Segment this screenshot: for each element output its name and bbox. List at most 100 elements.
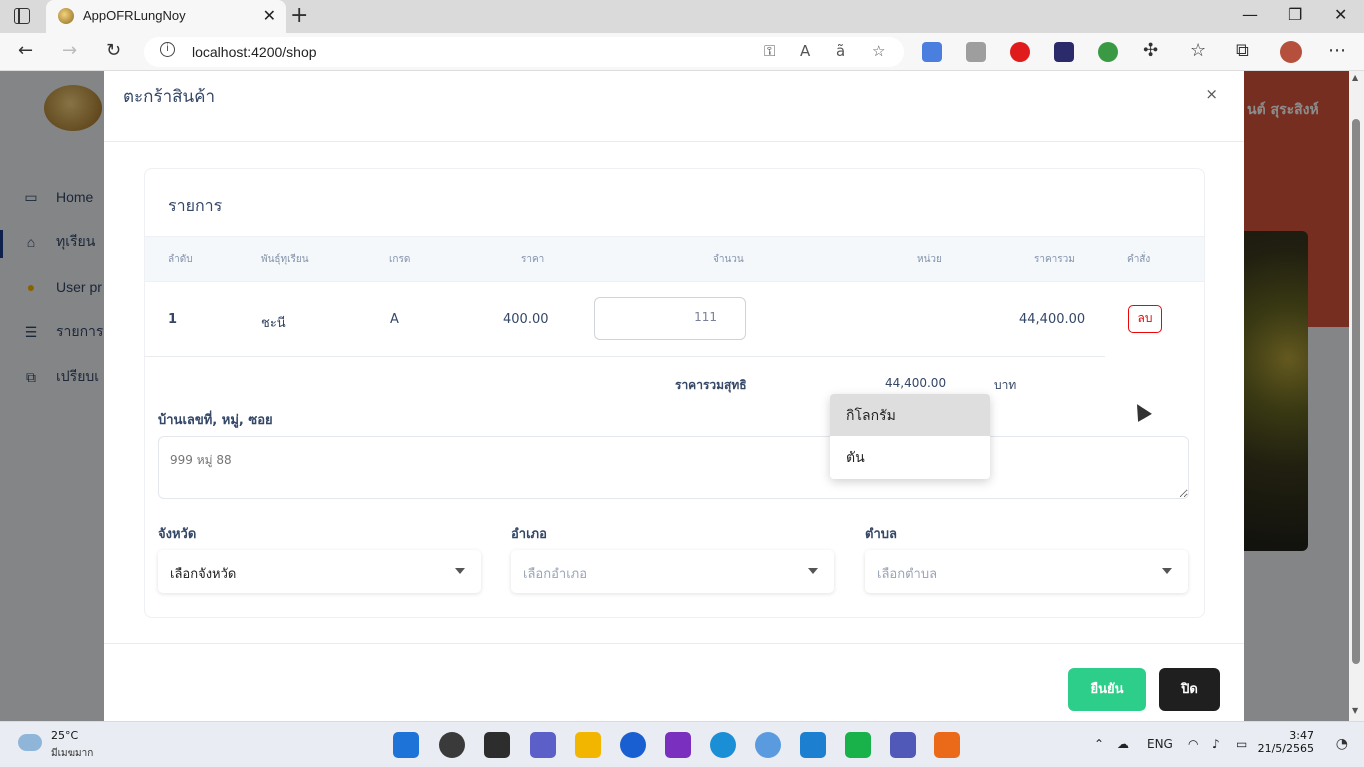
unit-dropdown[interactable]: กิโลกรัม ตัน bbox=[830, 394, 990, 479]
column-header-index: ลำดับ bbox=[168, 254, 193, 265]
line-icon[interactable] bbox=[845, 732, 871, 758]
window-close-button[interactable]: ✕ bbox=[1334, 5, 1347, 24]
profile-avatar[interactable] bbox=[1280, 41, 1302, 63]
globe-ext-icon[interactable] bbox=[1098, 42, 1118, 62]
delete-button[interactable]: ลบ bbox=[1128, 305, 1162, 333]
onedrive-icon[interactable]: ☁ bbox=[1117, 737, 1129, 751]
forward-icon[interactable]: → bbox=[62, 40, 77, 61]
taskbar: 25°C มีเมฆมาก ⌃ ☁ ENG ◠ ♪ ▭ 3:47 21/5/25… bbox=[0, 721, 1364, 767]
favorite-add-icon[interactable]: ☆ bbox=[872, 42, 885, 60]
tab-close-icon[interactable]: ✕ bbox=[263, 6, 276, 25]
collections-icon[interactable]: ⧉ bbox=[1236, 40, 1249, 61]
tab-actions-icon[interactable] bbox=[14, 8, 30, 24]
subdistrict-label: ตำบล bbox=[865, 527, 897, 542]
province-select-value: เลือกจังหวัด bbox=[170, 567, 237, 582]
volume-icon[interactable]: ♪ bbox=[1212, 737, 1220, 751]
close-button[interactable]: ปิด bbox=[1159, 668, 1220, 711]
refresh-icon[interactable]: ↻ bbox=[106, 40, 121, 61]
column-header-quantity: จำนวน bbox=[713, 254, 744, 265]
vscode-icon[interactable] bbox=[800, 732, 826, 758]
maps-icon[interactable] bbox=[620, 732, 646, 758]
tray-chevron-up-icon[interactable]: ⌃ bbox=[1094, 737, 1104, 751]
subdistrict-select-placeholder: เลือกตำบล bbox=[877, 567, 938, 582]
file-explorer-icon[interactable] bbox=[575, 732, 601, 758]
visual-studio-icon[interactable] bbox=[665, 732, 691, 758]
clock[interactable]: 3:47 21/5/2565 bbox=[1258, 729, 1314, 755]
district-label: อำเภอ bbox=[511, 527, 547, 542]
chevron-down-icon bbox=[808, 568, 818, 574]
modal-footer-divider bbox=[104, 643, 1244, 644]
copy-ext-icon[interactable] bbox=[966, 42, 986, 62]
chevron-down-icon bbox=[455, 568, 465, 574]
row-variety: ชะนี bbox=[261, 316, 286, 331]
language-indicator[interactable]: ENG bbox=[1147, 737, 1173, 751]
task-view-icon[interactable] bbox=[484, 732, 510, 758]
quantity-input[interactable]: 111 bbox=[594, 297, 746, 340]
weather-temperature[interactable]: 25°C bbox=[51, 729, 78, 742]
tab-favicon-icon bbox=[58, 8, 74, 24]
district-select[interactable]: เลือกอำเภอ bbox=[511, 550, 834, 593]
clock-date: 21/5/2565 bbox=[1257, 742, 1314, 755]
card-title: รายการ bbox=[168, 196, 223, 215]
column-header-grade: เกรด bbox=[389, 254, 411, 265]
province-select[interactable]: เลือกจังหวัด bbox=[158, 550, 481, 593]
minimize-button[interactable]: — bbox=[1242, 5, 1258, 24]
weather-cloud-icon[interactable] bbox=[18, 734, 42, 751]
province-label: จังหวัด bbox=[158, 527, 197, 542]
modal-close-icon[interactable]: × bbox=[1205, 85, 1218, 103]
browser-tab[interactable]: AppOFRLungNoy ✕ bbox=[46, 0, 286, 33]
menu-icon[interactable]: ⋯ bbox=[1328, 40, 1346, 61]
url-text[interactable]: localhost:4200/shop bbox=[192, 44, 317, 60]
row-price: 400.00 bbox=[503, 312, 549, 327]
column-header-variety: พันธุ์ทุเรียน bbox=[261, 254, 309, 265]
chevron-down-icon bbox=[1162, 568, 1172, 574]
google-translate-ext-icon[interactable] bbox=[922, 42, 942, 62]
maximize-button[interactable]: ❐ bbox=[1288, 5, 1302, 24]
clock-time: 3:47 bbox=[1289, 729, 1314, 742]
key-icon[interactable]: ⚿ bbox=[764, 42, 775, 60]
site-info-icon[interactable]: i bbox=[160, 42, 175, 57]
android-studio-icon[interactable] bbox=[755, 732, 781, 758]
row-index: 1 bbox=[168, 312, 178, 327]
table-header: ลำดับ พันธุ์ทุเรียน เกรด ราคา จำนวน หน่ว… bbox=[145, 236, 1204, 282]
modal-title: ตะกร้าสินค้า bbox=[123, 87, 216, 107]
subdistrict-select[interactable]: เลือกตำบล bbox=[865, 550, 1188, 593]
column-header-action: คำสั่ง bbox=[1127, 254, 1151, 265]
row-divider bbox=[145, 356, 1105, 357]
xampp-icon[interactable] bbox=[934, 732, 960, 758]
url-field[interactable]: i localhost:4200/shop ⚿ A ã ☆ bbox=[144, 37, 904, 67]
new-tab-button[interactable]: + bbox=[290, 3, 308, 28]
opera-ext-icon[interactable] bbox=[1010, 42, 1030, 62]
scroll-thumb[interactable] bbox=[1352, 119, 1360, 664]
address-textarea[interactable] bbox=[158, 436, 1189, 499]
modal-header: ตะกร้าสินค้า × bbox=[104, 71, 1244, 142]
confirm-button[interactable]: ยืนยัน bbox=[1068, 668, 1146, 711]
chat-icon[interactable] bbox=[530, 732, 556, 758]
start-icon[interactable] bbox=[393, 732, 419, 758]
notification-icon[interactable]: ◔ bbox=[1336, 736, 1348, 752]
cart-modal: ตะกร้าสินค้า × รายการ ลำดับ พันธุ์ทุเรีย… bbox=[104, 71, 1244, 721]
row-grade: A bbox=[390, 312, 399, 327]
battery-icon[interactable]: ▭ bbox=[1236, 737, 1247, 751]
search-icon[interactable] bbox=[439, 732, 465, 758]
weather-description[interactable]: มีเมฆมาก bbox=[51, 746, 93, 761]
column-header-price: ราคา bbox=[521, 254, 545, 265]
translate-icon[interactable]: ã bbox=[836, 42, 845, 60]
bracket-ext-icon[interactable] bbox=[1054, 42, 1074, 62]
net-total-label: ราคารวมสุทธิ bbox=[675, 378, 747, 392]
edge-icon[interactable] bbox=[710, 732, 736, 758]
extensions-icon[interactable]: ✣ bbox=[1143, 40, 1158, 61]
teams-icon[interactable] bbox=[890, 732, 916, 758]
address-label: บ้านเลขที่, หมู่, ซอย bbox=[158, 413, 273, 428]
back-icon[interactable]: ← bbox=[18, 40, 33, 61]
scroll-up-icon[interactable]: ▲ bbox=[1352, 73, 1358, 82]
unit-option-ton[interactable]: ตัน bbox=[830, 436, 990, 478]
page-scrollbar[interactable]: ▲ ▼ bbox=[1349, 71, 1364, 721]
net-total-value: 44,400.00 bbox=[885, 376, 947, 390]
favorites-icon[interactable]: ☆ bbox=[1190, 40, 1206, 61]
scroll-down-icon[interactable]: ▼ bbox=[1352, 706, 1358, 715]
unit-option-kilogram[interactable]: กิโลกรัม bbox=[830, 394, 990, 436]
read-aloud-icon[interactable]: A bbox=[800, 42, 810, 60]
wifi-icon[interactable]: ◠ bbox=[1188, 737, 1198, 751]
column-header-unit: หน่วย bbox=[917, 254, 942, 265]
